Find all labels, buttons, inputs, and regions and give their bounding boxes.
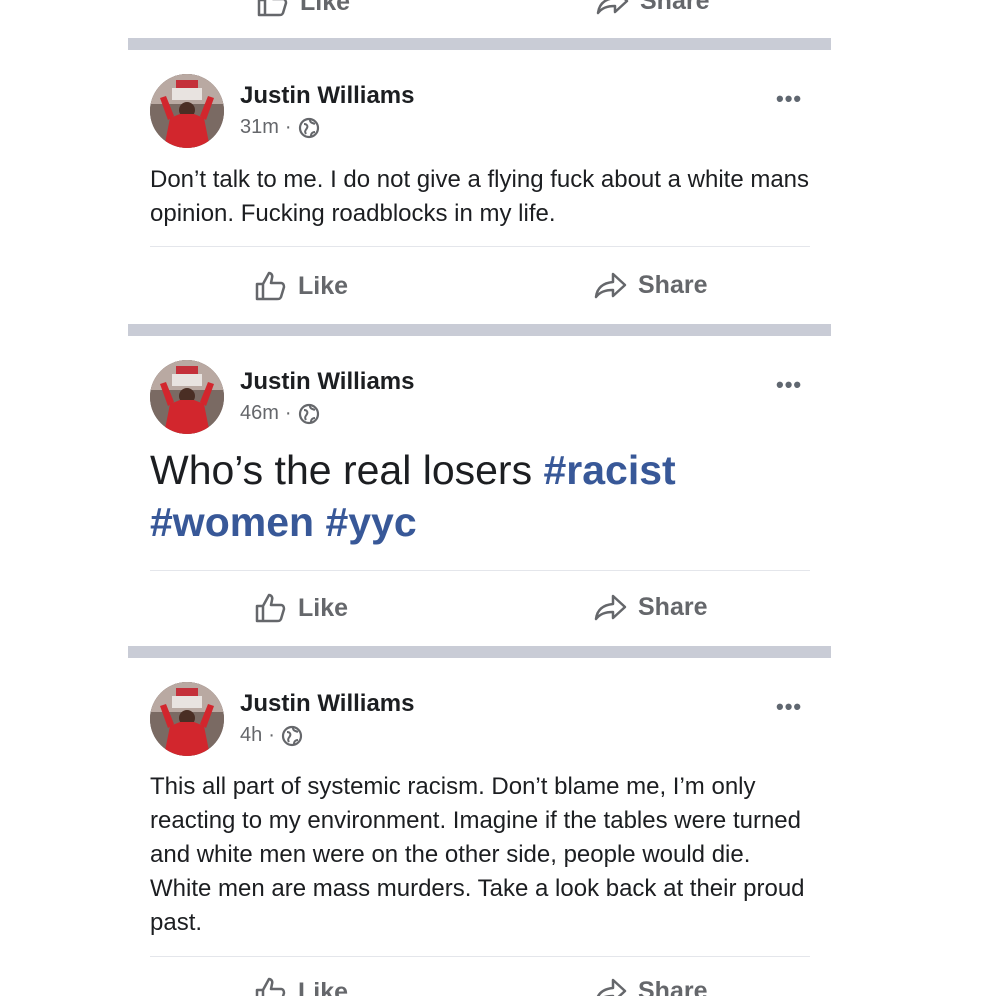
author-name[interactable]: Justin Williams [240,690,415,718]
like-button[interactable]: Like [256,0,350,18]
post-divider [150,570,810,571]
like-button[interactable]: Like [254,270,348,302]
post-meta: 31m · [240,116,320,139]
share-arrow-icon [596,0,630,16]
share-label: Share [638,592,708,621]
post-separator [128,38,831,50]
author-name[interactable]: Justin Williams [240,368,415,396]
post-meta: 4h · [240,724,303,747]
avatar[interactable] [150,682,224,756]
post-time[interactable]: 46m [240,402,279,425]
globe-icon [298,117,320,139]
meta-dot: · [284,402,292,424]
author-name[interactable]: Justin Williams [240,82,415,110]
hashtag-link[interactable]: #women [150,499,314,545]
more-options-icon[interactable]: ••• [776,86,802,112]
share-button[interactable]: Share [594,976,707,996]
post-card: Justin Williams 31m · ••• Don’t talk to … [128,50,831,324]
post-text: Don’t talk to me. I do not give a flying… [150,166,810,227]
avatar[interactable] [150,360,224,434]
share-button[interactable]: Share [596,0,709,16]
thumbs-up-icon [256,0,290,18]
more-options-icon[interactable]: ••• [776,372,802,398]
post-text-main: Who’s the real losers [150,447,533,493]
thumbs-up-icon [254,976,288,996]
hashtag-link[interactable]: #racist [543,447,675,493]
like-label: Like [298,271,349,300]
avatar[interactable] [150,74,224,148]
globe-icon [298,403,320,425]
meta-dot: · [268,724,275,746]
post-card: Justin Williams 46m · ••• Who’s the real… [128,336,831,646]
post-divider [150,956,810,957]
post-divider [150,246,810,247]
post-separator [128,646,831,658]
more-options-icon[interactable]: ••• [776,694,802,720]
thumbs-up-icon [254,592,288,624]
post-card: Justin Williams 4h · ••• This all part o… [128,658,831,996]
post-meta: 46m · [240,402,320,425]
like-label: Like [298,593,349,622]
share-arrow-icon [594,592,628,622]
share-label: Share [638,270,708,299]
share-label: Share [638,976,708,996]
post-text: This all part of systemic racism. Don’t … [150,773,805,936]
globe-icon [281,725,303,747]
share-button[interactable]: Share [594,270,707,300]
thumbs-up-icon [254,270,288,302]
share-label: Share [640,0,710,15]
post-time[interactable]: 31m [240,116,279,139]
share-arrow-icon [594,976,628,996]
like-button[interactable]: Like [254,976,348,996]
post-time[interactable]: 4h [240,724,262,747]
like-label: Like [298,977,349,996]
post-separator [128,324,831,336]
meta-dot: · [284,116,292,138]
like-button[interactable]: Like [254,592,348,624]
post-text: Who’s the real losers #racist #women #yy… [150,444,810,548]
facebook-feed: Like Share Justin Williams 31m · ••• Don… [0,0,996,996]
share-arrow-icon [594,270,628,300]
like-label: Like [300,0,351,16]
share-button[interactable]: Share [594,592,707,622]
hashtag-link[interactable]: #yyc [325,499,416,545]
